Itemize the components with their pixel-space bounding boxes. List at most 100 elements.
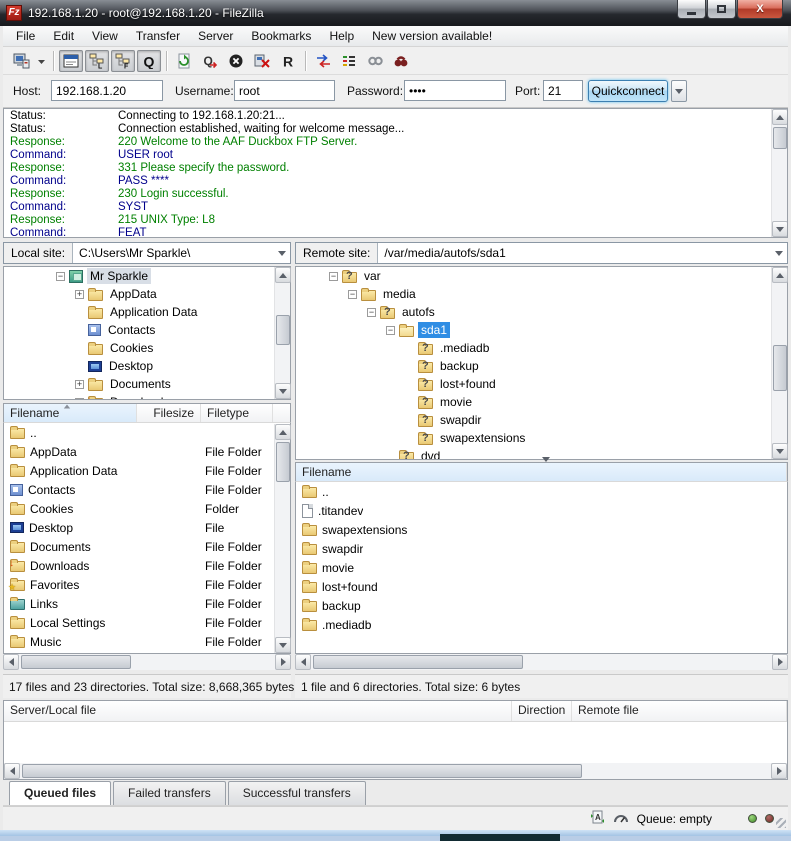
scroll-thumb[interactable] xyxy=(276,315,290,345)
username-input[interactable] xyxy=(234,80,335,101)
scroll-down-button[interactable] xyxy=(275,383,291,399)
menu-item-edit[interactable]: Edit xyxy=(44,27,83,45)
tree-item-appdata[interactable]: +AppData xyxy=(4,285,290,303)
refresh-button[interactable] xyxy=(172,50,196,72)
tree-item--mediadb[interactable]: .mediadb xyxy=(296,339,787,357)
tree-item-swapextensions[interactable]: swapextensions xyxy=(296,429,787,447)
resize-grip[interactable] xyxy=(776,818,786,828)
collapse-expander-icon[interactable]: − xyxy=(56,272,65,281)
menu-item-server[interactable]: Server xyxy=(189,27,242,45)
synchronized-browsing-button[interactable] xyxy=(363,50,387,72)
file-row--[interactable]: .. xyxy=(4,423,290,442)
queue-hscrollbar[interactable] xyxy=(4,763,787,779)
tree-item-autofs[interactable]: −autofs xyxy=(296,303,787,321)
site-manager-dropdown-button[interactable] xyxy=(35,50,48,72)
local-tree-scrollbar[interactable] xyxy=(274,267,290,399)
chevron-down-icon[interactable] xyxy=(771,243,787,263)
tab-successful-transfers[interactable]: Successful transfers xyxy=(228,781,366,805)
scroll-up-button[interactable] xyxy=(275,424,291,440)
file-row-swapdir[interactable]: swapdir xyxy=(296,539,787,558)
disconnect-button[interactable] xyxy=(250,50,274,72)
tree-item-media[interactable]: −media xyxy=(296,285,787,303)
site-manager-button[interactable] xyxy=(9,50,33,72)
queue-column-header-direction[interactable]: Direction xyxy=(512,701,572,721)
scroll-thumb[interactable] xyxy=(773,345,787,391)
scroll-down-button[interactable] xyxy=(772,443,788,459)
remote-site-path[interactable]: /var/media/autofs/sda1 xyxy=(378,243,771,263)
tree-item-backup[interactable]: backup xyxy=(296,357,787,375)
file-row-contacts[interactable]: ContactsFile Folder xyxy=(4,480,290,499)
cancel-button[interactable] xyxy=(224,50,248,72)
column-header-filesize[interactable]: Filesize xyxy=(137,404,201,422)
scroll-up-button[interactable] xyxy=(772,109,788,125)
column-header-filetype[interactable]: Filetype xyxy=(201,404,273,422)
file-row--titandev[interactable]: .titandev xyxy=(296,501,787,520)
directory-comparison-button[interactable] xyxy=(311,50,335,72)
file-row--mediadb[interactable]: .mediadb xyxy=(296,615,787,634)
tree-item-sda1[interactable]: −sda1 xyxy=(296,321,787,339)
menu-item-transfer[interactable]: Transfer xyxy=(127,27,189,45)
file-row-appdata[interactable]: AppDataFile Folder xyxy=(4,442,290,461)
tree-item-documents[interactable]: +Documents xyxy=(4,375,290,393)
local-site-combobox[interactable]: Local site: C:\Users\Mr Sparkle\ xyxy=(3,242,291,264)
directory-listing-filters-button[interactable] xyxy=(337,50,361,72)
file-row-lost-found[interactable]: lost+found xyxy=(296,577,787,596)
tree-item-mr-sparkle[interactable]: −Mr Sparkle xyxy=(4,267,290,285)
collapse-expander-icon[interactable]: − xyxy=(348,290,357,299)
column-header-filename[interactable]: Filename xyxy=(4,404,137,422)
column-header-filename[interactable]: Filename xyxy=(296,463,787,481)
file-row-links[interactable]: LinksFile Folder xyxy=(4,594,290,613)
log-scrollbar[interactable] xyxy=(771,109,787,237)
local-list-hscrollbar[interactable] xyxy=(3,654,291,670)
scroll-thumb[interactable] xyxy=(22,764,582,778)
file-row-music[interactable]: MusicFile Folder xyxy=(4,632,290,651)
file-row-backup[interactable]: backup xyxy=(296,596,787,615)
local-site-path[interactable]: C:\Users\Mr Sparkle\ xyxy=(73,243,274,263)
chevron-down-icon[interactable] xyxy=(274,243,290,263)
expand-expander-icon[interactable]: + xyxy=(75,398,84,401)
maximize-button[interactable] xyxy=(707,0,736,19)
menu-item-view[interactable]: View xyxy=(83,27,127,45)
tab-queued-files[interactable]: Queued files xyxy=(9,781,111,805)
host-input[interactable] xyxy=(51,80,163,101)
splitter-collapse-icon[interactable] xyxy=(542,457,550,462)
tree-item-swapdir[interactable]: swapdir xyxy=(296,411,787,429)
scroll-down-button[interactable] xyxy=(772,221,788,237)
tree-item-downloads[interactable]: +Downloads xyxy=(4,393,290,400)
port-input[interactable] xyxy=(543,80,583,101)
file-row-cookies[interactable]: CookiesFolder xyxy=(4,499,290,518)
local-list-scrollbar[interactable] xyxy=(274,424,290,653)
scroll-left-button[interactable] xyxy=(295,654,311,670)
close-button[interactable]: X xyxy=(737,0,783,19)
scroll-up-button[interactable] xyxy=(275,267,291,283)
expand-expander-icon[interactable]: + xyxy=(75,380,84,389)
toggle-message-log-button[interactable] xyxy=(59,50,83,72)
scroll-left-button[interactable] xyxy=(4,763,20,779)
file-row-favorites[interactable]: FavoritesFile Folder xyxy=(4,575,290,594)
toggle-local-tree-button[interactable]: L xyxy=(85,50,109,72)
queue-column-header-remote-file[interactable]: Remote file xyxy=(572,701,787,721)
file-row-desktop[interactable]: DesktopFile xyxy=(4,518,290,537)
scroll-down-button[interactable] xyxy=(275,637,291,653)
toggle-transfer-queue-button[interactable]: Q xyxy=(137,50,161,72)
quickconnect-button[interactable]: Quickconnect xyxy=(588,80,668,102)
remote-site-combobox[interactable]: Remote site: /var/media/autofs/sda1 xyxy=(295,242,788,264)
file-row-movie[interactable]: movie xyxy=(296,558,787,577)
scroll-right-button[interactable] xyxy=(771,763,787,779)
search-button[interactable] xyxy=(389,50,413,72)
scroll-left-button[interactable] xyxy=(3,654,19,670)
queue-list-body[interactable] xyxy=(4,722,787,760)
tree-item-movie[interactable]: movie xyxy=(296,393,787,411)
menu-item-help[interactable]: Help xyxy=(320,27,363,45)
quickconnect-dropdown-button[interactable] xyxy=(671,80,687,102)
file-row-downloads[interactable]: DownloadsFile Folder xyxy=(4,556,290,575)
remote-tree-scrollbar[interactable] xyxy=(771,267,787,459)
menu-item-bookmarks[interactable]: Bookmarks xyxy=(242,27,320,45)
tree-item-application-data[interactable]: Application Data xyxy=(4,303,290,321)
scroll-thumb[interactable] xyxy=(21,655,131,669)
tree-item-desktop[interactable]: Desktop xyxy=(4,357,290,375)
scroll-thumb[interactable] xyxy=(773,127,787,149)
tree-item-lost-found[interactable]: lost+found xyxy=(296,375,787,393)
process-queue-button[interactable]: Q xyxy=(198,50,222,72)
password-input[interactable] xyxy=(404,80,506,101)
